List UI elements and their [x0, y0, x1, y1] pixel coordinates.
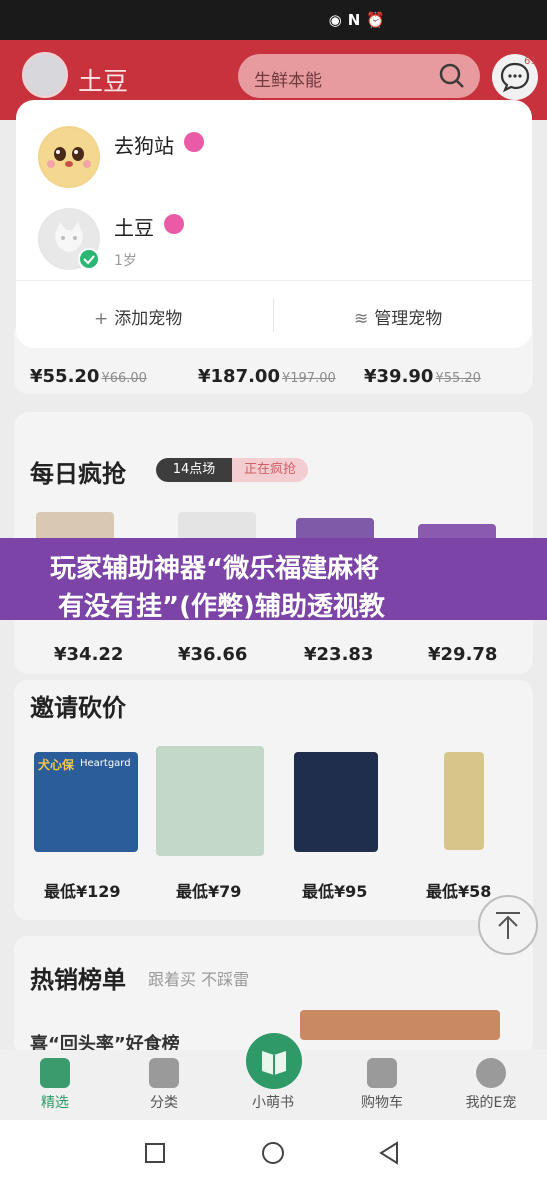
pet-name[interactable]: 土豆 [114, 212, 154, 241]
cartoon-dog-icon [40, 128, 98, 186]
hot-list-thumbnails[interactable] [300, 1010, 500, 1040]
product-label-en: Heartgard [80, 758, 131, 769]
pet-age: 1岁 [114, 253, 137, 269]
bargain-title: 邀请砍价 [30, 694, 126, 722]
manage-pets-button[interactable]: ≋ 管理宠物 [354, 304, 442, 329]
tab-label: 我的E宠 [465, 1095, 517, 1111]
cart-icon [367, 1058, 397, 1088]
pet-avatar-button[interactable] [22, 52, 68, 98]
search-icon[interactable] [438, 62, 466, 90]
manage-pets-label: 管理宠物 [374, 309, 443, 329]
tab-profile[interactable]: 我的E宠 [446, 1050, 536, 1120]
pet-avatar[interactable] [38, 126, 100, 188]
product-image[interactable] [294, 752, 378, 852]
book-icon [262, 1051, 286, 1075]
divider [273, 298, 274, 332]
search-placeholder: 生鲜本能 [254, 71, 322, 91]
flash-sale-time-tag: 14点场 [156, 458, 232, 482]
bargain-price[interactable]: 最低¥79 [176, 878, 241, 902]
search-bar[interactable]: 生鲜本能 [238, 54, 480, 98]
banner-line-1: 玩家辅助神器“微乐福建麻将 [50, 554, 380, 584]
tab-category[interactable]: 分类 [119, 1050, 209, 1120]
eye-icon: ◉ [328, 11, 342, 29]
selected-check-icon [78, 248, 100, 270]
flash-price[interactable]: ¥36.66 [178, 644, 247, 665]
layers-icon: ≋ [354, 309, 369, 329]
nfc-icon: N [347, 11, 361, 29]
product-image[interactable] [156, 746, 264, 856]
arrow-up-icon [496, 912, 520, 939]
tab-label: 购物车 [361, 1095, 403, 1111]
current-pet-name[interactable]: 土豆 [78, 62, 128, 98]
back-icon[interactable] [378, 1141, 400, 1165]
notebook-fab-button[interactable] [246, 1033, 302, 1089]
add-pet-label: 添加宠物 [114, 309, 183, 329]
flash-sale-status-tag: 正在疯抢 [232, 458, 308, 482]
flash-price[interactable]: ¥29.78 [428, 644, 497, 665]
product-image[interactable]: 犬心保 Heartgard [34, 752, 138, 852]
product-price[interactable]: ¥187.00 ¥197.00 [198, 366, 336, 387]
divider [16, 280, 532, 281]
hot-list-subtitle: 跟着买 不踩雷 [148, 970, 250, 989]
product-image[interactable] [444, 752, 484, 850]
product-price[interactable]: ¥39.90 ¥55.20 [364, 366, 481, 387]
message-badge: 61 [524, 56, 537, 67]
gender-icon [164, 214, 184, 234]
profile-icon [476, 1058, 506, 1088]
overlay-banner: 玩家辅助神器“微乐福建麻将 有没有挂”(作弊)辅助透视教 [0, 538, 547, 622]
flash-sale-title: 每日疯抢 [30, 460, 126, 488]
pet-switcher-popover: 去狗站 土豆 1岁 + 添加宠物 ≋ 管理宠物 [16, 100, 532, 348]
flash-price[interactable]: ¥23.83 [304, 644, 373, 665]
status-bar: ◉ N ⏰ [0, 0, 547, 40]
product-label: 犬心保 [38, 758, 75, 772]
product-price[interactable]: ¥55.20 ¥66.00 [30, 366, 147, 387]
flash-price[interactable]: ¥34.22 [54, 644, 123, 665]
back-to-top-button[interactable] [478, 895, 538, 955]
recents-icon[interactable] [144, 1142, 166, 1164]
system-nav-bar [0, 1120, 547, 1186]
add-pet-button[interactable]: + 添加宠物 [94, 304, 182, 329]
gender-icon [184, 132, 204, 152]
tab-label: 分类 [150, 1095, 178, 1111]
status-icons: ◉ N ⏰ [329, 11, 385, 29]
pet-name[interactable]: 去狗站 [114, 130, 174, 159]
banner-line-2: 有没有挂”(作弊)辅助透视教 [58, 592, 385, 622]
alarm-icon: ⏰ [366, 11, 385, 29]
tab-label: 精选 [41, 1095, 69, 1111]
home-button-icon[interactable] [261, 1141, 285, 1165]
tab-cart[interactable]: 购物车 [337, 1050, 427, 1120]
plus-icon: + [94, 309, 109, 329]
home-icon [40, 1058, 70, 1088]
tab-featured[interactable]: 精选 [10, 1050, 100, 1120]
category-icon [149, 1058, 179, 1088]
bargain-price[interactable]: 最低¥95 [302, 878, 367, 902]
hot-list-title: 热销榜单 [30, 966, 126, 994]
bargain-price[interactable]: 最低¥129 [44, 878, 121, 902]
tab-label: 小萌书 [252, 1095, 294, 1111]
